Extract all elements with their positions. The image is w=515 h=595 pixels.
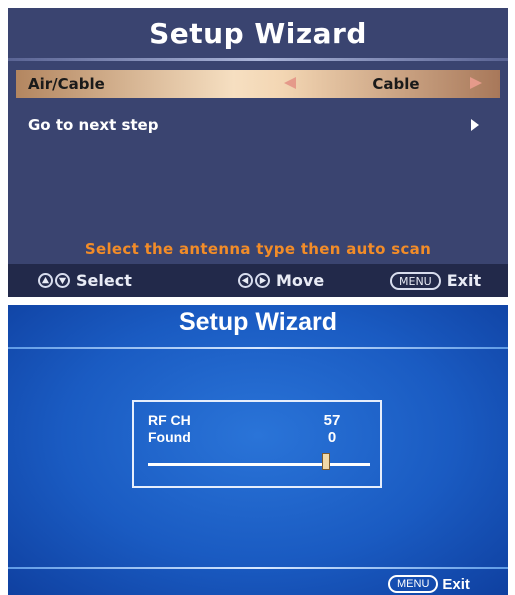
found-label: Found: [148, 429, 191, 445]
setup-wizard-screen-antenna: Setup Wizard Air/Cable Cable Go to next …: [8, 8, 508, 297]
chevron-right-icon: [471, 119, 479, 131]
select-label: Select: [76, 271, 132, 290]
scan-progress-track: [148, 463, 370, 466]
move-label: Move: [276, 271, 325, 290]
title-divider: [8, 347, 508, 349]
select-hint: Select: [38, 264, 132, 297]
left-button-icon: [238, 273, 253, 288]
key-hint-bar: Select Move MENU Exit: [8, 264, 508, 297]
exit-label: Exit: [446, 271, 482, 290]
down-button-icon: [55, 273, 70, 288]
up-button-icon: [38, 273, 53, 288]
footer-divider: [8, 567, 508, 569]
move-hint: Move: [238, 264, 324, 297]
arrow-right-icon[interactable]: [470, 77, 482, 89]
menu-key-icon: MENU: [388, 575, 439, 593]
page-title: Setup Wizard: [178, 308, 338, 336]
antenna-type-value: Cable: [372, 75, 420, 93]
exit-label: Exit: [442, 575, 470, 593]
menu-item-next-step[interactable]: Go to next step: [16, 111, 500, 139]
arrow-left-icon[interactable]: [284, 77, 296, 89]
menu-item-air-cable[interactable]: Air/Cable Cable: [16, 70, 500, 98]
scan-progress-thumb: [321, 453, 330, 470]
found-value: 0: [327, 429, 337, 446]
rf-ch-label: RF CH: [148, 412, 191, 428]
menu-item-label: Air/Cable: [28, 75, 105, 93]
channel-scan-box: RF CH 57 Found 0: [132, 400, 382, 488]
page-title: Setup Wizard: [149, 16, 367, 50]
right-button-icon: [255, 273, 270, 288]
setup-wizard-screen-scan: Setup Wizard RF CH 57 Found 0 MENU Exit: [8, 305, 508, 595]
menu-key-icon: MENU: [390, 271, 441, 290]
menu-item-label: Go to next step: [28, 116, 159, 134]
exit-hint: MENU Exit: [388, 574, 470, 594]
rf-ch-value: 57: [323, 412, 341, 429]
title-divider: [8, 58, 508, 61]
exit-hint: MENU Exit: [390, 264, 481, 297]
instruction-hint: Select the antenna type then auto scan: [84, 240, 432, 258]
